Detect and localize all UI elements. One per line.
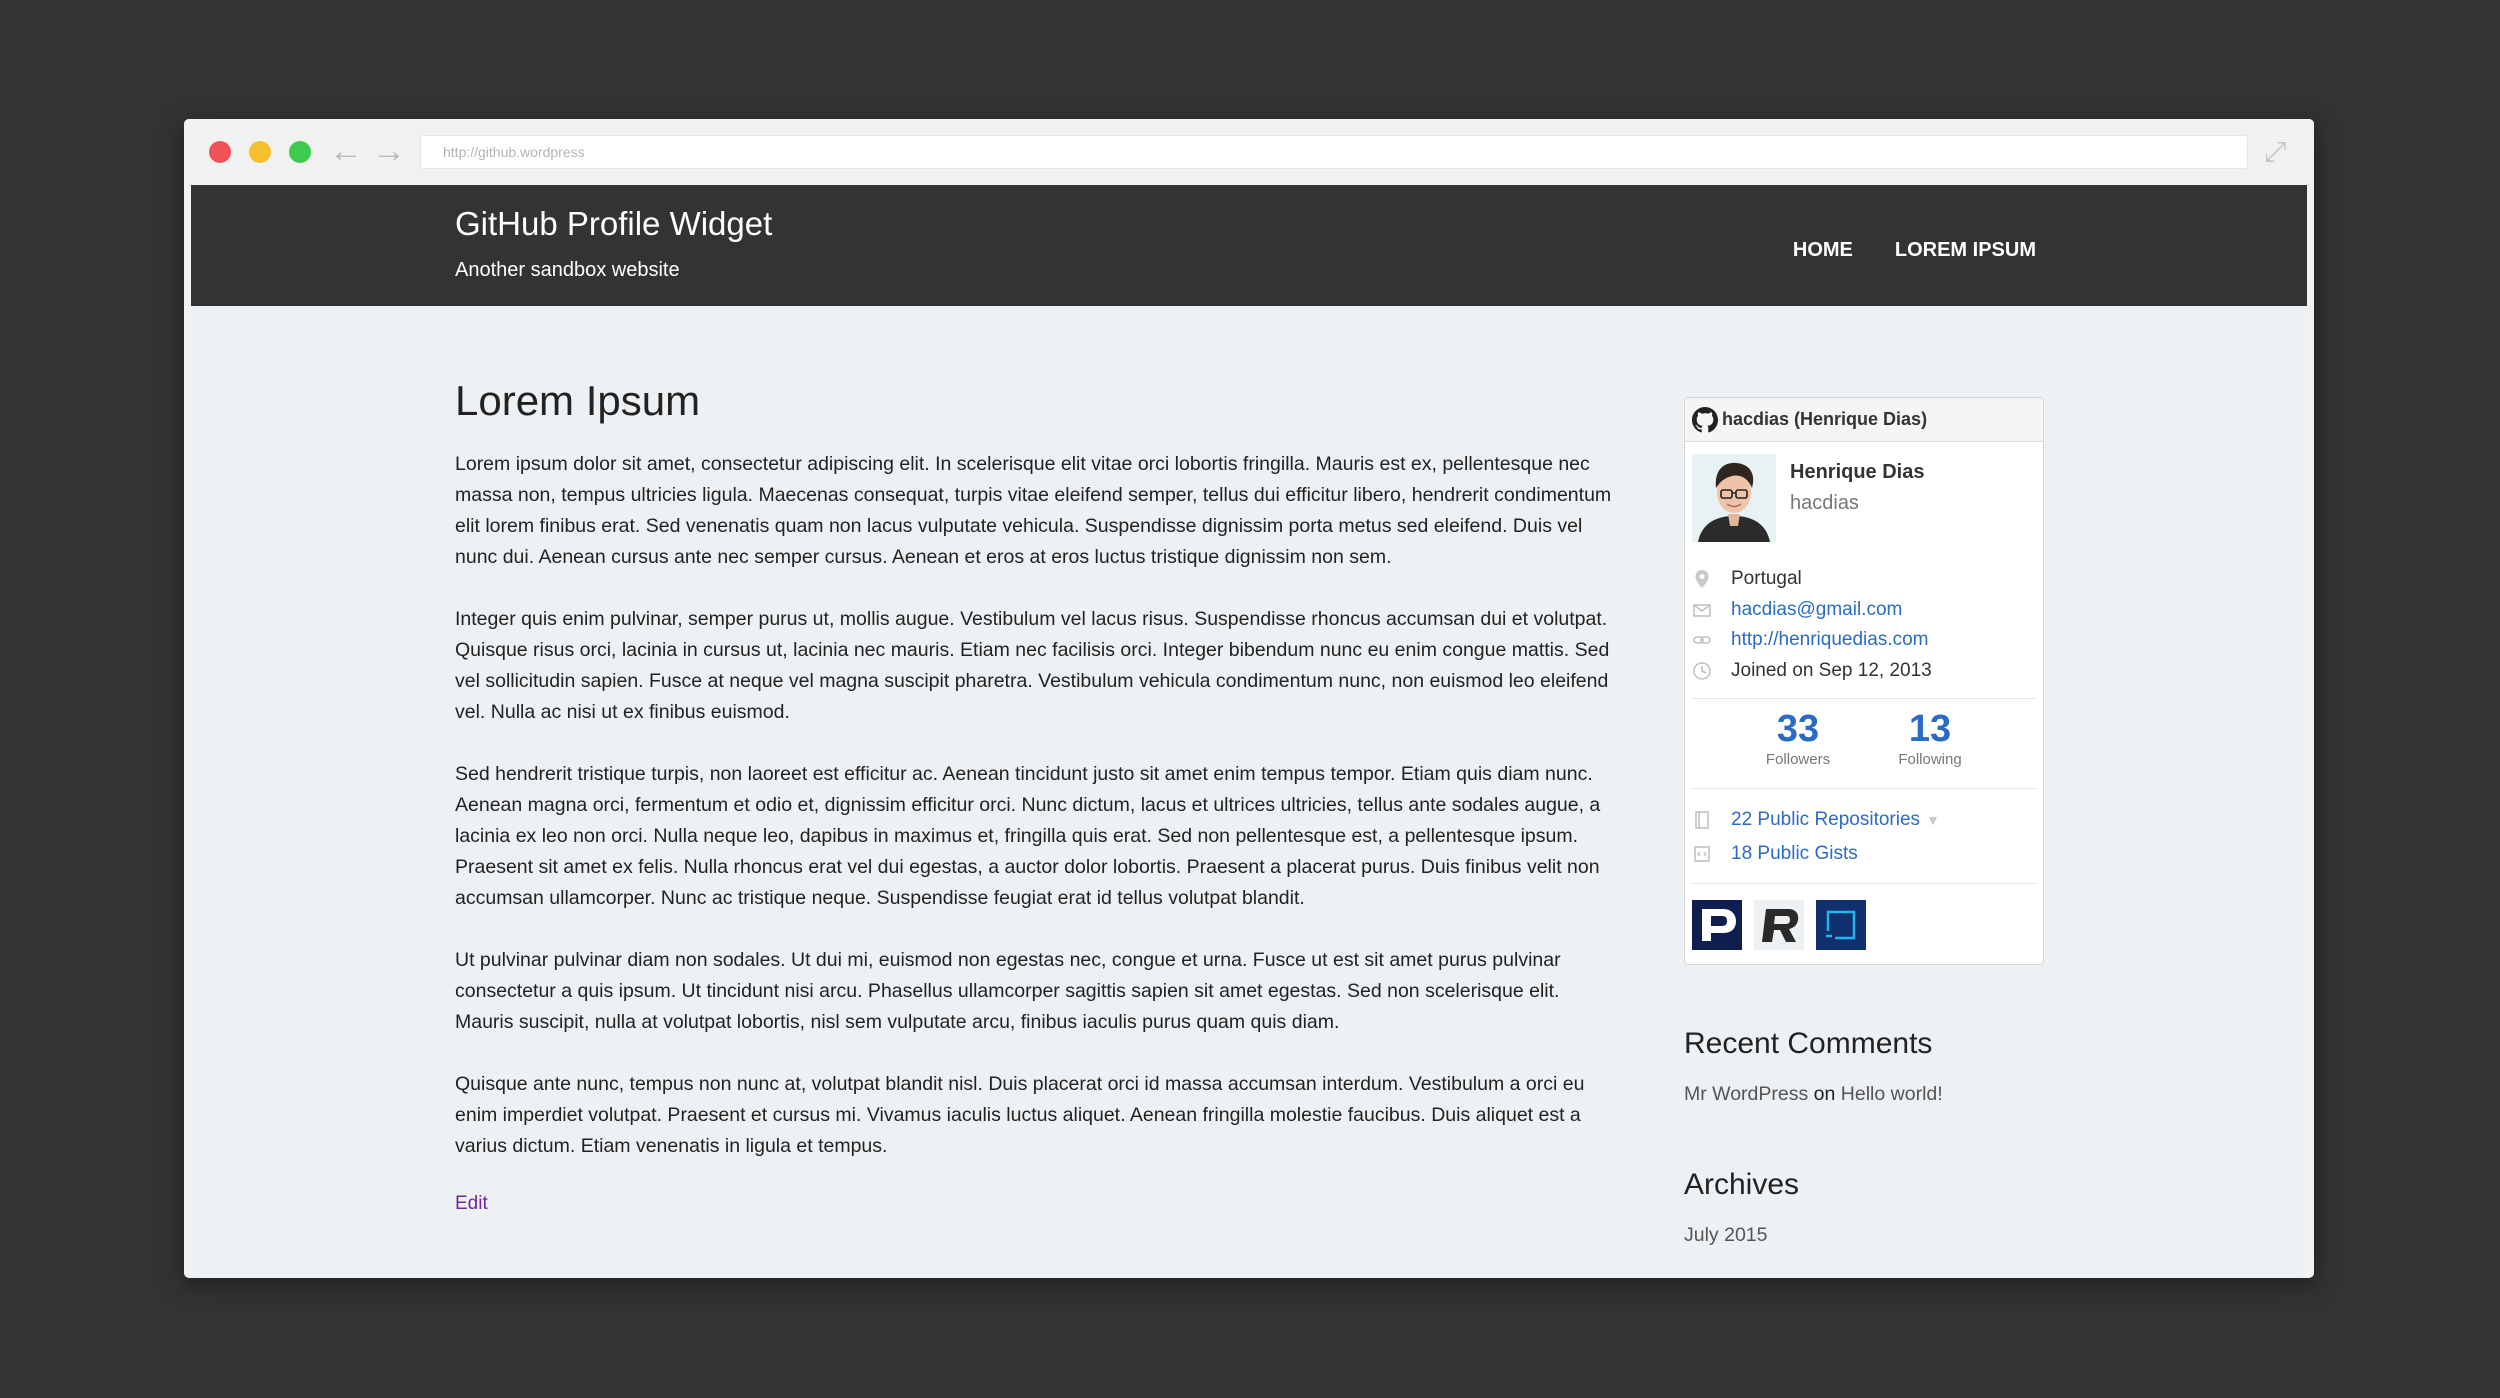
email-row: hacdias@gmail.com [1692,595,2036,626]
mail-icon [1693,603,1711,617]
gist-icon [1694,846,1710,862]
github-icon [1692,406,1718,432]
avatar[interactable] [1692,454,1776,542]
following-count: 13 [1908,708,1952,750]
github-profile-widget: hacdias (Henrique Dias) Henrique Dias ha… [1684,397,2044,965]
post-paragraph: Integer quis enim pulvinar, semper purus… [455,608,1610,723]
archive-list: July 2015 [1684,1224,2044,1247]
minimize-window-button[interactable] [249,141,271,163]
browser-window: ← → ⤢ GitHub Profile Widget Another sand… [184,119,2314,1278]
recent-comments-title: Recent Comments [1684,1027,1933,1060]
repo-links: 22 Public Repositories ▼ 18 Public Gists [1692,789,2036,871]
site-title[interactable]: GitHub Profile Widget [455,205,772,243]
website-row: http://henriquedias.com [1692,625,2036,656]
post-paragraph: Sed hendrerit tristique turpis, non laor… [455,763,1601,909]
widget-body: Henrique Dias hacdias Portugal hacdias@g… [1685,442,2043,964]
widget-header[interactable]: hacdias (Henrique Dias) [1685,398,2043,442]
organizations [1692,884,2036,950]
repo-icon [1695,811,1709,829]
post-body: Lorem ipsum dolor sit amet, consectetur … [455,449,1621,1162]
main-content: Lorem Ipsum Lorem ipsum dolor sit amet, … [455,377,1621,1215]
website-link[interactable]: http://henriquedias.com [1731,629,1929,651]
location-text: Portugal [1731,568,1802,590]
page-viewport: GitHub Profile Widget Another sandbox we… [191,185,2307,1278]
profile-summary: Henrique Dias hacdias [1692,454,2036,550]
repositories-link[interactable]: 22 Public Repositories [1731,809,1920,831]
profile-full-name[interactable]: Henrique Dias [1790,461,1924,484]
following-label: Following [1898,751,1962,768]
address-bar[interactable] [420,135,2248,169]
chevron-down-icon[interactable]: ▼ [1926,812,1940,828]
comment-post-link[interactable]: Hello world! [1841,1083,1943,1105]
site-description: Another sandbox website [455,259,680,281]
gists-row: 18 Public Gists [1692,837,2036,871]
zoom-window-button[interactable] [289,141,311,163]
follow-stats: 33 Followers 13 Following [1692,699,2036,776]
org-logo-r[interactable] [1754,900,1804,950]
site-header: GitHub Profile Widget Another sandbox we… [191,185,2307,306]
post-title: Lorem Ipsum [455,377,701,424]
menu-item-lorem-ipsum[interactable]: LOREM IPSUM [1895,239,2036,262]
joined-text: Joined on Sep 12, 2013 [1731,659,1932,681]
location-row: Portugal [1692,564,2036,595]
comment-on-text: on [1813,1083,1836,1105]
post-paragraph: Ut pulvinar pulvinar diam non sodales. U… [455,949,1561,1033]
post-paragraph: Lorem ipsum dolor sit amet, consectetur … [455,453,1612,568]
repositories-row: 22 Public Repositories ▼ [1692,803,2036,837]
link-icon [1693,636,1711,645]
email-link[interactable]: hacdias@gmail.com [1731,599,1902,621]
close-window-button[interactable] [209,141,231,163]
main-menu: HOME LOREM IPSUM [1793,239,2036,262]
expand-icon[interactable]: ⤢ [2264,137,2286,167]
archive-item[interactable]: July 2015 [1684,1224,1767,1246]
arrow-right-icon[interactable]: → [372,131,406,171]
joined-row: Joined on Sep 12, 2013 [1692,656,2036,687]
comment-author-link[interactable]: Mr WordPress [1684,1083,1808,1105]
clock-icon [1693,661,1711,680]
followers-stat[interactable]: 33 Followers [1738,709,1858,768]
post-paragraph: Quisque ante nunc, tempus non nunc at, v… [455,1073,1585,1157]
profile-details: Portugal hacdias@gmail.com http://henriq… [1692,564,2036,686]
archives-title: Archives [1684,1168,1800,1201]
recent-comment-item: Mr WordPress on Hello world! [1684,1083,2044,1106]
profile-login: hacdias [1790,492,1859,514]
menu-item-home[interactable]: HOME [1793,239,1853,262]
edit-post-link[interactable]: Edit [455,1193,488,1214]
sidebar: hacdias (Henrique Dias) Henrique Dias ha… [1684,397,2044,1247]
url-input[interactable] [421,136,2247,168]
org-logo-p[interactable] [1692,900,1742,950]
arrow-left-icon[interactable]: ← [329,131,363,171]
followers-label: Followers [1765,751,1831,768]
location-pin-icon [1695,570,1709,589]
gists-link[interactable]: 18 Public Gists [1731,843,1858,865]
widget-header-title: hacdias (Henrique Dias) [1722,409,1928,429]
browser-toolbar: ← → ⤢ [184,119,2314,185]
followers-count: 33 [1776,708,1820,750]
following-stat[interactable]: 13 Following [1870,709,1990,768]
org-logo-square[interactable] [1816,900,1866,950]
profile-names: Henrique Dias hacdias [1790,454,1924,515]
